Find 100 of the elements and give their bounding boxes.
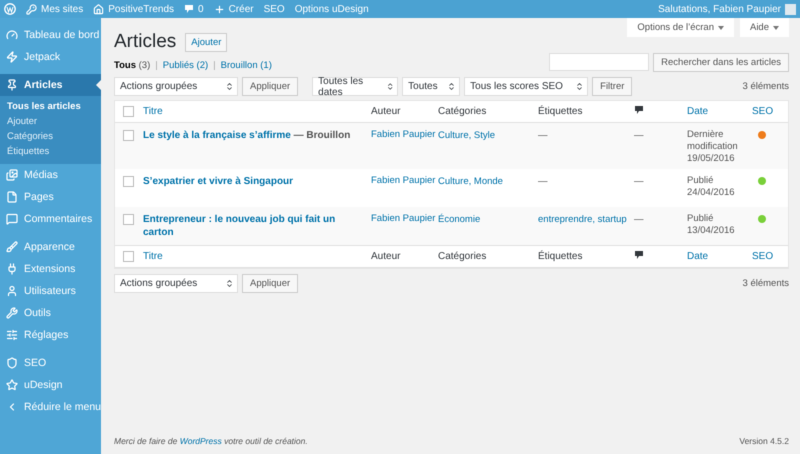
- avatar-icon[interactable]: [785, 4, 796, 14]
- column-header[interactable]: Titre: [143, 251, 163, 262]
- post-title-link[interactable]: Le style à la française s’affirme — Brouillon: [143, 129, 371, 142]
- date-cell-text: Publié 13/04/2016: [687, 213, 736, 237]
- view-link[interactable]: Brouillon (1): [220, 60, 272, 71]
- post-title-link[interactable]: S’expatrier et vivre à Singapour: [143, 175, 371, 188]
- speech-bubble-icon: [634, 250, 644, 260]
- bulk-actions-select[interactable]: Actions groupées: [114, 274, 238, 293]
- admin-bar-link[interactable]: 0: [198, 4, 204, 14]
- add-button[interactable]: Ajouter: [185, 32, 228, 52]
- column-header: Étiquettes: [538, 251, 582, 262]
- filter-button[interactable]: Filtrer: [592, 77, 632, 96]
- version-text: Version 4.5.2: [739, 436, 789, 446]
- shield-icon: [6, 357, 18, 369]
- sidebar-item[interactable]: Commentaires: [0, 208, 101, 230]
- sidebar-item[interactable]: Outils: [0, 302, 101, 324]
- row-checkbox[interactable]: [123, 214, 134, 225]
- logo-icon[interactable]: [4, 3, 16, 15]
- tags-cell: entreprendre, startup: [538, 214, 627, 225]
- select-arrows-icon: [447, 82, 456, 91]
- bolt-icon: [6, 51, 18, 63]
- plus-icon: [214, 4, 225, 14]
- search-button[interactable]: Rechercher dans les articles: [653, 53, 789, 72]
- apply-button[interactable]: Appliquer: [242, 77, 298, 96]
- row-checkbox[interactable]: [123, 176, 134, 187]
- comments-cell: —: [634, 176, 644, 187]
- plug-icon: [6, 263, 18, 275]
- filter-select[interactable]: Toutes les dates: [312, 77, 398, 96]
- caret-icon: [773, 26, 779, 30]
- separator: |: [213, 60, 216, 71]
- key-icon: [26, 4, 37, 14]
- column-header: Étiquettes: [538, 106, 582, 117]
- submenu-item[interactable]: Tous les articles: [0, 99, 101, 114]
- sidebar-item[interactable]: Réduire le menu: [0, 396, 101, 418]
- sidebar-item[interactable]: Articles: [0, 74, 101, 96]
- page-title: Articles: [114, 31, 176, 53]
- column-header: Catégories: [438, 251, 486, 262]
- author-link[interactable]: Fabien Paupier: [371, 213, 438, 225]
- select-all-checkbox[interactable]: [123, 106, 134, 117]
- column-header[interactable]: SEO: [752, 251, 774, 262]
- gauge-icon: [6, 29, 18, 41]
- sidebar-item[interactable]: Médias: [0, 164, 101, 186]
- bulk-actions-select[interactable]: Actions groupées: [114, 77, 238, 96]
- filter-select[interactable]: Toutes: [402, 77, 460, 96]
- submenu-item[interactable]: Ajouter: [0, 114, 101, 129]
- date-cell-text: Dernière modification 19/05/2016: [687, 129, 739, 165]
- screen-tab[interactable]: Aide: [740, 18, 789, 37]
- filter-select[interactable]: Tous les scores SEO: [464, 77, 588, 96]
- sidebar-item[interactable]: Extensions: [0, 258, 101, 280]
- tags-cell: —: [538, 176, 548, 187]
- categories-link[interactable]: Économie: [438, 214, 480, 225]
- column-header[interactable]: SEO: [752, 106, 774, 117]
- select-all-checkbox[interactable]: [123, 251, 134, 262]
- sidebar-item[interactable]: Réglages: [0, 324, 101, 346]
- speech-bubble-icon: [6, 213, 18, 225]
- sidebar-item[interactable]: uDesign: [0, 374, 101, 396]
- categories-link[interactable]: Culture, Monde: [438, 176, 503, 187]
- footer-credit: Merci de faire de WordPress votre outil de création.: [114, 436, 308, 446]
- select-arrows-icon: [225, 279, 234, 288]
- admin-bar-link[interactable]: Mes sites: [41, 4, 84, 14]
- admin-bar-link[interactable]: Options uDesign: [294, 4, 369, 14]
- item-count: 3 éléments: [742, 81, 789, 92]
- column-header[interactable]: Date: [687, 251, 708, 262]
- post-title-link[interactable]: Entrepreneur : le nouveau job qui fait un carton: [143, 213, 371, 239]
- author-link[interactable]: Fabien Paupier: [371, 175, 438, 187]
- column-header: Catégories: [438, 106, 486, 117]
- sidebar-item[interactable]: Apparence: [0, 236, 101, 258]
- search-field[interactable]: [549, 53, 650, 71]
- comments-cell: —: [634, 214, 644, 225]
- speech-bubble-icon: [634, 105, 644, 115]
- images-icon: [6, 169, 18, 181]
- row-checkbox[interactable]: [123, 130, 134, 141]
- categories-link[interactable]: Culture, Style: [438, 130, 496, 141]
- sidebar-item[interactable]: SEO: [0, 352, 101, 374]
- submenu-item[interactable]: Catégories: [0, 129, 101, 144]
- sidebar-item[interactable]: Utilisateurs: [0, 280, 101, 302]
- apply-button[interactable]: Appliquer: [242, 274, 298, 293]
- view-link[interactable]: Publiés (2): [162, 60, 208, 71]
- item-count: 3 éléments: [742, 278, 789, 289]
- speech-bubble-icon: [184, 4, 194, 14]
- screen-tab[interactable]: Options de l’écran: [627, 18, 734, 37]
- caret-icon: [718, 26, 724, 30]
- admin-bar-link[interactable]: SEO: [264, 4, 285, 14]
- sidebar-item[interactable]: Jetpack: [0, 46, 101, 68]
- wordpress-link[interactable]: WordPress: [180, 436, 222, 446]
- page-icon: [6, 191, 18, 203]
- view-link[interactable]: Tous (3): [114, 60, 150, 71]
- brush-icon: [6, 241, 18, 253]
- column-header[interactable]: Titre: [143, 106, 163, 117]
- column-header[interactable]: Date: [687, 106, 708, 117]
- home-icon: [93, 4, 104, 14]
- submenu-item[interactable]: Étiquettes: [0, 144, 101, 159]
- star-icon: [6, 379, 18, 391]
- author-link[interactable]: Fabien Paupier: [371, 129, 438, 141]
- wrench-icon: [6, 307, 18, 319]
- sidebar-item[interactable]: Pages: [0, 186, 101, 208]
- admin-bar-link[interactable]: PositiveTrends: [108, 4, 174, 14]
- greeting-link[interactable]: Salutations, Fabien Paupier: [658, 4, 781, 14]
- sidebar-item[interactable]: Tableau de bord: [0, 24, 101, 46]
- admin-bar-link[interactable]: Créer: [228, 4, 254, 14]
